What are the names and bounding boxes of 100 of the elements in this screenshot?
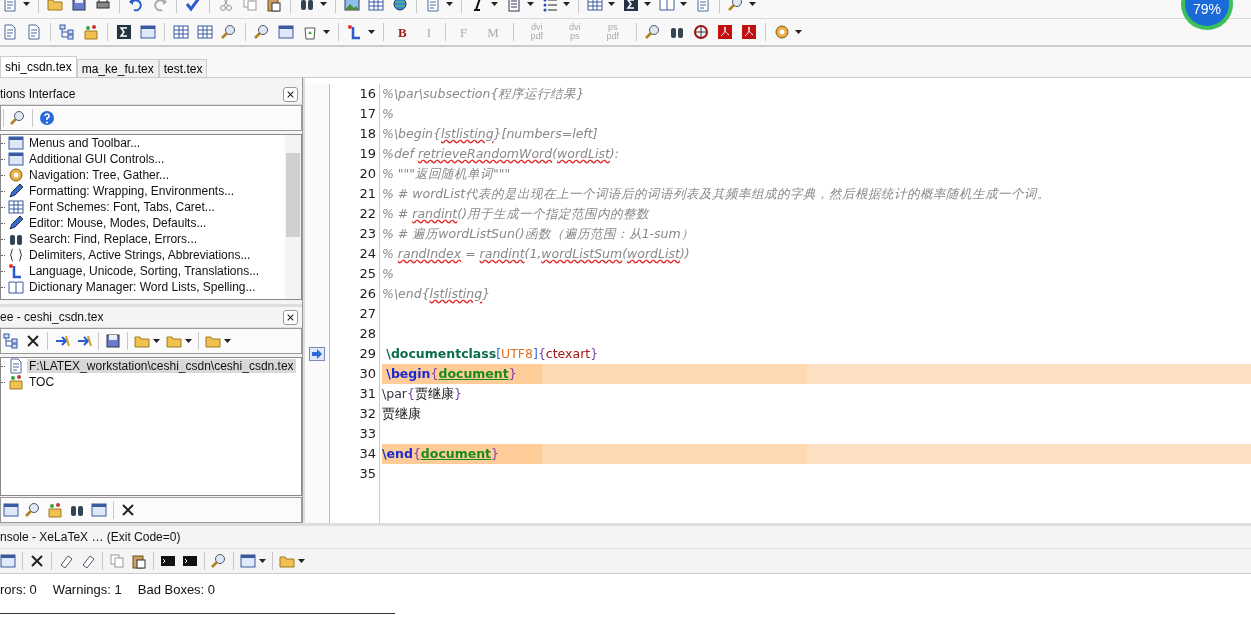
scrollbar[interactable] [285,135,301,299]
book-icon[interactable] [8,279,24,295]
box-icon[interactable] [83,24,99,40]
tree-icon[interactable] [3,333,19,349]
box-icon[interactable] [47,502,63,518]
pdf-icon[interactable] [740,24,757,40]
caret-icon[interactable] [608,2,615,6]
caret-icon[interactable] [527,2,534,6]
search-icon[interactable] [10,110,26,126]
braces-icon[interactable] [8,247,24,263]
window-icon[interactable] [3,502,19,518]
file-tab[interactable]: test.tex [158,59,208,77]
terminal-icon[interactable] [182,553,198,569]
format-button[interactable]: B [392,25,413,39]
help-icon[interactable] [39,110,55,126]
options-item[interactable]: Language, Unicode, Sorting, Translations... [1,263,285,279]
options-item[interactable]: Formatting: Wrapping, Environments... [1,183,285,199]
search-icon[interactable] [211,553,227,569]
caret-icon[interactable] [320,2,327,6]
search-icon[interactable] [221,24,237,40]
window-icon[interactable] [140,24,156,40]
caret-icon[interactable] [185,339,192,343]
caret-icon[interactable] [563,2,570,6]
table-icon[interactable] [173,24,189,40]
terminal-icon[interactable] [160,553,176,569]
gear-icon[interactable] [8,167,24,183]
window-icon[interactable] [0,553,16,569]
caret-icon[interactable] [23,2,30,6]
list-icon[interactable] [506,0,522,12]
save-icon[interactable] [105,333,121,349]
options-item[interactable]: Menus and Toolbar... [1,135,285,151]
window-icon[interactable] [91,502,107,518]
table-icon[interactable] [8,199,24,215]
search-icon[interactable] [254,24,270,40]
options-item[interactable]: Additional GUI Controls... [1,151,285,167]
options-item[interactable]: Search: Find, Replace, Errors... [1,231,285,247]
pdf-icon[interactable] [716,24,733,40]
close-icon[interactable] [29,553,45,569]
page-icon[interactable] [8,358,24,374]
page-icon[interactable] [26,24,42,40]
pen-icon[interactable] [8,215,24,231]
options-item[interactable]: Delimiters, Active Strings, Abbreviations... [1,247,285,263]
caret-icon[interactable] [680,2,687,6]
window-icon[interactable] [8,135,24,151]
search-icon[interactable] [25,502,41,518]
gear-icon[interactable] [773,24,790,40]
binoculars-icon[interactable] [299,0,315,12]
search-icon[interactable] [644,24,661,40]
caret-icon[interactable] [259,559,266,563]
page-icon[interactable] [2,24,18,40]
caret-icon[interactable] [749,2,756,6]
caret-icon[interactable] [491,2,498,6]
options-item[interactable]: Dictionary Manager: Word Lists, Spelling... [1,279,285,295]
letter-icon[interactable] [347,24,363,40]
picture-icon[interactable] [344,0,360,12]
pen-icon[interactable] [8,183,24,199]
window-icon[interactable] [8,151,24,167]
globe-icon[interactable] [392,0,408,12]
save-icon[interactable] [71,0,87,12]
search-icon[interactable] [728,0,744,12]
caret-icon[interactable] [224,339,231,343]
file-tab[interactable]: ma_ke_fu.tex [76,59,159,77]
undo-icon[interactable] [128,0,144,12]
table-icon[interactable] [587,0,603,12]
tree-item[interactable]: F:\LATEX_workstation\ceshi_csdn\ceshi_csdn.tex [27,359,296,373]
options-item[interactable]: Font Schemes: Font, Tabs, Caret... [1,199,285,215]
paste-icon[interactable] [266,0,282,12]
bin-icon[interactable] [302,24,318,40]
caret-icon[interactable] [794,30,802,34]
letter-icon[interactable] [8,263,24,279]
eraser-icon[interactable] [80,553,96,569]
caret-icon[interactable] [368,30,375,34]
eraser-icon[interactable] [58,553,74,569]
sigma-icon[interactable] [116,24,132,40]
window-icon[interactable] [278,24,294,40]
close-icon[interactable] [120,502,136,518]
bullet-list-icon[interactable] [542,0,558,12]
paste-icon[interactable] [131,553,147,569]
arrow-icon[interactable] [76,333,92,349]
tree-icon[interactable] [59,24,75,40]
window-icon[interactable] [240,553,256,569]
caret-icon[interactable] [298,559,305,563]
tree-item[interactable]: TOC [27,375,57,389]
checkmark-icon[interactable] [185,0,201,12]
folder-icon[interactable] [47,0,63,12]
file-tab[interactable]: shi_csdn.tex [0,56,77,77]
close-icon[interactable] [25,333,41,349]
arrow-icon[interactable] [54,333,70,349]
wheel-icon[interactable] [692,24,709,40]
caret-icon[interactable] [323,30,330,34]
box-icon[interactable] [8,374,24,390]
caret-icon[interactable] [153,339,160,343]
printer-icon[interactable] [95,0,111,12]
table-icon[interactable] [197,24,213,40]
sigma-icon[interactable] [623,0,639,12]
options-item[interactable]: Editor: Mouse, Modes, Defaults... [1,215,285,231]
caret-icon[interactable] [644,2,651,6]
caret-icon[interactable] [446,2,453,6]
table-icon[interactable] [368,0,384,12]
options-item[interactable]: Navigation: Tree, Gather... [1,167,285,183]
